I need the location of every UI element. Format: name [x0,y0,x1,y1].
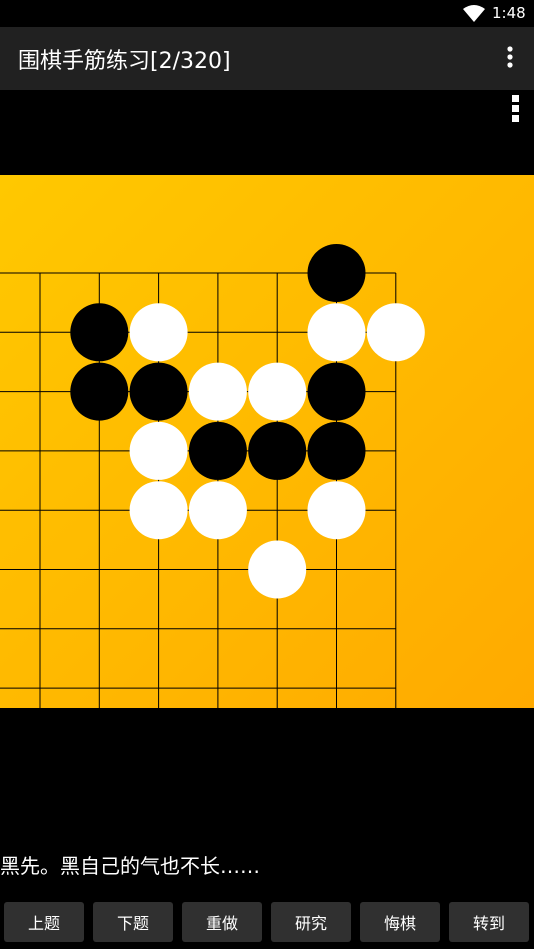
app-bar: 围棋手筋练习[2/320] [0,27,534,90]
status-time: 1:48 [492,4,526,22]
black-stone [70,303,129,362]
white-stone [188,362,247,421]
page-title: 围棋手筋练习[2/320] [18,49,231,74]
black-stone [70,362,129,421]
stones [70,244,425,599]
white-stone [129,481,188,540]
white-stone [129,303,188,362]
board-canvas[interactable] [0,175,534,708]
redo-button[interactable]: 重做 [182,902,262,942]
white-stone [307,481,366,540]
white-stone [188,481,247,540]
white-stone [129,421,188,480]
goto-button[interactable]: 转到 [449,902,529,942]
problem-description: 黑先。黑自己的气也不长…… [0,854,260,878]
undo-button[interactable]: 悔棋 [360,902,440,942]
next-problem-button[interactable]: 下题 [93,902,173,942]
go-board[interactable] [0,175,534,708]
more-vert-icon[interactable] [498,41,522,75]
white-stone [248,540,307,599]
study-button[interactable]: 研究 [271,902,351,942]
black-stone [129,362,188,421]
black-stone [307,421,366,480]
black-stone [248,421,307,480]
black-stone [307,362,366,421]
white-stone [366,303,425,362]
black-stone [188,421,247,480]
status-bar: 1:48 [0,0,534,27]
button-row: 上题 下题 重做 研究 悔棋 转到 [0,901,534,949]
white-stone [248,362,307,421]
wifi-icon [463,5,485,22]
prev-problem-button[interactable]: 上题 [4,902,84,942]
white-stone [307,303,366,362]
black-stone [307,244,366,302]
board-menu-icon[interactable] [506,94,526,124]
